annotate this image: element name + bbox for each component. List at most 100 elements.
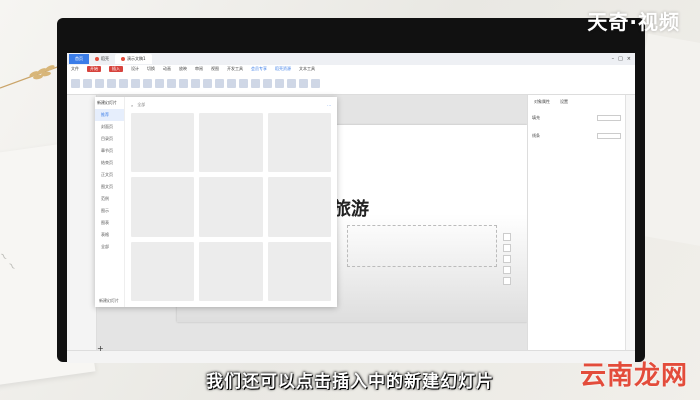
category-recommended[interactable]: 推荐 [95,109,124,121]
crop-icon[interactable] [503,266,511,274]
new-slide-header: 新建幻灯片 [97,100,117,105]
slide-number-icon[interactable] [263,79,272,88]
hyperlink-icon[interactable] [299,79,308,88]
template-tile[interactable] [131,241,195,301]
close-icon[interactable]: × [627,56,631,62]
tab-docer-label: 稻壳 [101,56,109,61]
category-section[interactable]: 章节页 [95,145,124,157]
ribbon-toolbar [67,73,635,95]
tab-home[interactable]: 首页 [69,54,89,64]
template-tile[interactable] [131,177,195,237]
screenshot-icon[interactable] [227,79,236,88]
template-tile[interactable] [267,177,331,237]
category-example[interactable]: 范例 [95,193,124,205]
tab-docer[interactable]: 稻壳 [89,54,115,64]
template-tile[interactable] [199,177,263,237]
category-chart[interactable]: 图表 [95,217,124,229]
new-slide-categories: 新建幻灯片 推荐 封面页 目录页 章节页 结束页 正文页 图文页 范例 图示 图… [95,97,125,307]
image-icon[interactable] [95,79,104,88]
fill-label: 填充 [532,115,540,120]
add-slide-icon[interactable]: + [97,344,104,353]
layers-icon[interactable] [503,233,511,241]
tab-document-label: 演示文稿1 [127,56,146,61]
object-icon[interactable] [275,79,284,88]
category-contents[interactable]: 目录页 [95,133,124,145]
category-table[interactable]: 表格 [95,229,124,241]
template-tile[interactable] [199,113,263,173]
menu-home[interactable]: 开始 [87,66,101,72]
watermark-top: 天奇·视频 [587,10,680,34]
menu-docer-resources[interactable]: 稻壳资源 [275,66,291,72]
title-bar: 首页 稻壳 演示文稿1 – □ × [67,53,635,65]
more-icon[interactable] [503,277,511,285]
menu-animation[interactable]: 动画 [163,66,171,72]
slide-thumbnails-pane[interactable] [67,95,97,350]
category-ending[interactable]: 结束页 [95,157,124,169]
fill-row[interactable]: 填充 [528,109,625,127]
equation-icon[interactable] [191,79,200,88]
menu-text-tools[interactable]: 文本工具 [299,66,315,72]
template-tile[interactable] [199,241,263,301]
template-tile[interactable] [131,113,195,173]
filter-dropdown[interactable]: 全部 [137,102,145,108]
symbol-icon[interactable] [179,79,188,88]
category-all[interactable]: 全部 [95,241,124,253]
docer-icon [95,57,99,61]
minimize-icon[interactable]: – [612,56,615,62]
audio-icon[interactable] [215,79,224,88]
monitor: 首页 稻壳 演示文稿1 – □ × 文件 开始 插入 设计 切换 动画 放映 审… [57,18,645,363]
menu-insert[interactable]: 插入 [109,66,123,72]
category-cover[interactable]: 封面页 [95,121,124,133]
edit-icon[interactable] [503,244,511,252]
right-sidebar-strip[interactable] [625,95,635,350]
header-footer-icon[interactable] [239,79,248,88]
menu-developer[interactable]: 开发工具 [227,66,243,72]
textbox-icon[interactable] [155,79,164,88]
smartart-icon[interactable] [143,79,152,88]
menu-view[interactable]: 视图 [211,66,219,72]
tab-settings[interactable]: 设置 [560,99,568,105]
template-tile[interactable] [267,241,331,301]
window-controls: – □ × [612,56,635,62]
icon-library-icon[interactable] [119,79,128,88]
wordart-icon[interactable] [167,79,176,88]
category-body[interactable]: 正文页 [95,169,124,181]
category-image-text[interactable]: 图文页 [95,181,124,193]
new-slide-footer[interactable]: 新建幻灯片 [99,298,119,304]
status-bar [67,350,635,363]
slide-title[interactable]: 旅游 [333,195,369,221]
rotate-icon[interactable] [503,255,511,263]
menu-member[interactable]: 会员专享 [251,66,267,72]
menu-transition[interactable]: 切换 [147,66,155,72]
menu-slideshow[interactable]: 放映 [179,66,187,72]
menu-review[interactable]: 审阅 [195,66,203,72]
search-icon[interactable]: ⌕ [131,103,133,108]
handwriting-decoration: ~ ~ ~ ~ ~ ~ ~~ ~ ~ ~ ~ ~~ ~ ~ ~ ~ ~ ~~ ~… [0,200,20,274]
menu-bar: 文件 开始 插入 设计 切换 动画 放映 审阅 视图 开发工具 会员专享 稻壳资… [67,65,635,73]
date-icon[interactable] [251,79,260,88]
properties-panel: 对象属性 设置 填充 线条 [527,95,625,350]
chart-icon[interactable] [131,79,140,88]
slide-float-tools [503,233,511,285]
fill-input[interactable] [597,115,621,121]
new-slide-icon[interactable] [71,79,80,88]
shape-icon[interactable] [107,79,116,88]
table-icon[interactable] [83,79,92,88]
subtitle-placeholder[interactable] [347,225,497,267]
maximize-icon[interactable]: □ [618,56,623,62]
line-row[interactable]: 线条 [528,127,625,145]
template-grid [131,113,331,301]
menu-design[interactable]: 设计 [131,66,139,72]
action-icon[interactable] [311,79,320,88]
line-label: 线条 [532,133,540,138]
tab-document[interactable]: 演示文稿1 [115,54,152,64]
category-diagram[interactable]: 图示 [95,205,124,217]
template-tile[interactable] [267,113,331,173]
attachment-icon[interactable] [287,79,296,88]
video-icon[interactable] [203,79,212,88]
tab-object-properties[interactable]: 对象属性 [534,99,550,105]
menu-file[interactable]: 文件 [71,66,79,72]
more-link-icon[interactable]: ⋯ [327,103,331,108]
line-input[interactable] [597,133,621,139]
new-slide-panel: 新建幻灯片 推荐 封面页 目录页 章节页 结束页 正文页 图文页 范例 图示 图… [95,97,337,307]
